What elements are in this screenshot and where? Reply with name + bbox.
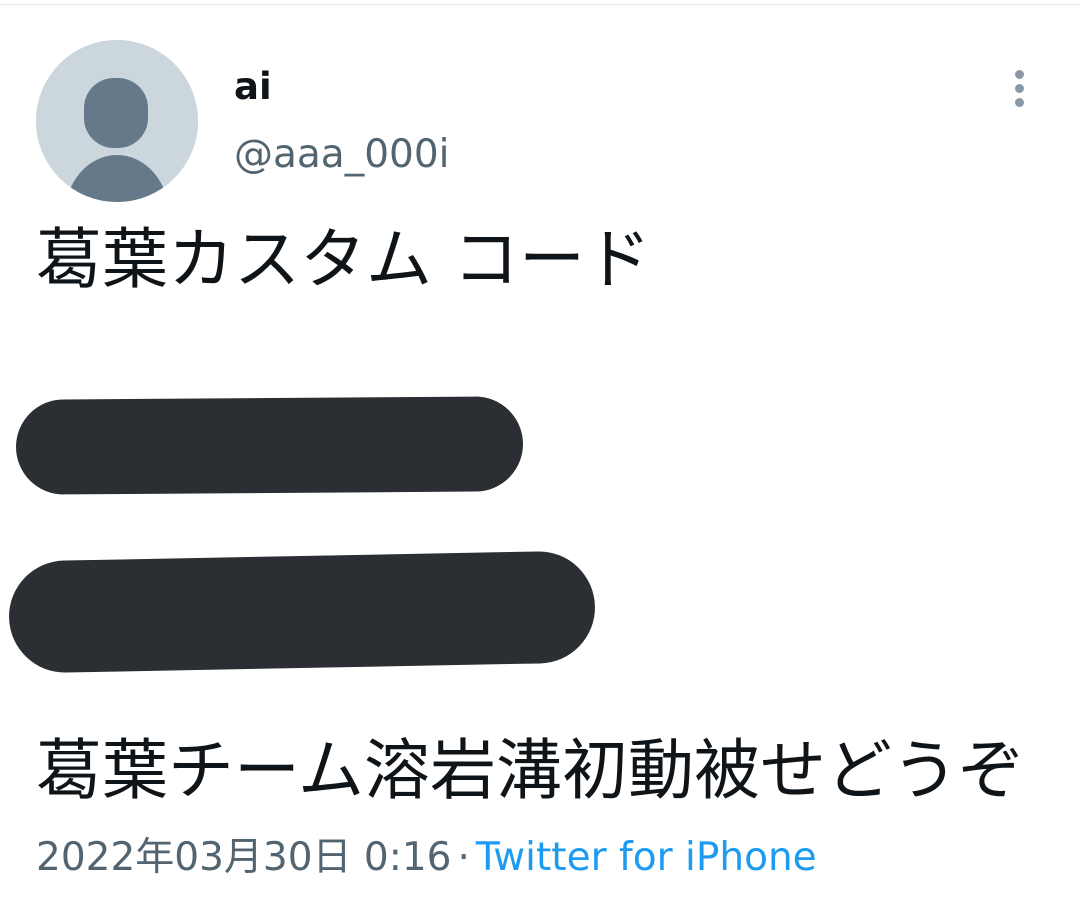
top-divider <box>0 4 1080 5</box>
redaction-bar <box>15 396 524 495</box>
tweet-text-line-1: 葛葉カスタム コード <box>36 221 651 298</box>
vertical-dots-icon-dot <box>1015 98 1024 107</box>
tweet-timestamp[interactable]: 2022年03月30日 0:16 <box>36 835 451 880</box>
tweet-text-line-2: 葛葉チーム溶岩溝初動被せどうぞ <box>36 732 1025 809</box>
avatar[interactable] <box>36 40 198 202</box>
vertical-dots-icon-dot <box>1015 84 1024 93</box>
author-handle[interactable]: @aaa_000i <box>234 135 449 174</box>
meta-separator: · <box>457 835 470 880</box>
tweet-meta: 2022年03月30日 0:16 · Twitter for iPhone <box>36 838 817 877</box>
vertical-dots-icon <box>1015 70 1024 79</box>
default-user-avatar-icon <box>36 40 198 202</box>
more-options-button[interactable] <box>1004 66 1036 112</box>
redaction-bar <box>7 550 597 674</box>
author-display-name[interactable]: ai <box>234 68 272 105</box>
tweet-source-link[interactable]: Twitter for iPhone <box>476 835 817 880</box>
tweet-page: ai @aaa_000i 葛葉カスタム コード 葛葉チーム溶岩溝初動被せどうぞ … <box>0 0 1080 910</box>
